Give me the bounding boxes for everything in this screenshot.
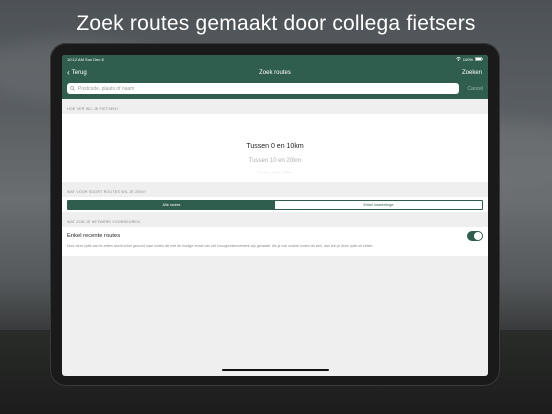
battery-icon [475,57,483,62]
back-label: Terug [71,69,87,76]
route-type-section-header: WAT VOOR SOORT ROUTES WIL JE ZIEN? [67,190,147,194]
status-time-date: 10:12 AM Sun Dec 8 [67,57,104,62]
back-button[interactable]: ‹ Terug [67,67,87,77]
search-icon [70,86,75,91]
distance-section-header: HOE VER WIL JE FIETSEN? [67,107,119,111]
recent-routes-label: Enkel recente routes [67,233,121,239]
recent-routes-toggle[interactable] [467,231,483,241]
search-placeholder: Postcode, plaats of naam [78,85,135,92]
navigation-bar: ‹ Terug Zoek routes Zoeken [62,64,488,81]
toggle-knob [474,232,482,240]
nav-title: Zoek routes [259,69,291,76]
network-section-header: WAT ZIJN JE NETWERK VOORKEUREN [67,220,140,224]
route-type-segmented-control: Alle routes Enkel luswerringe [67,199,483,210]
chevron-left-icon: ‹ [67,67,70,77]
wifi-icon [456,57,461,62]
status-right: 100% [456,57,483,62]
search-input[interactable]: Postcode, plaats of naam [67,83,459,94]
status-date: Sun Dec 8 [85,57,104,62]
search-row: Postcode, plaats of naam Cancel [62,81,488,99]
picker-option[interactable]: Tussen 10 en 20km [62,158,488,164]
picker-option[interactable]: Tussen 20 en 30km [62,170,488,173]
picker-option-selected[interactable]: Tussen 0 en 10km [62,143,488,150]
segment-all-routes[interactable]: Alle routes [68,200,275,209]
cancel-button[interactable]: Cancel [459,86,483,92]
app-screen: 10:12 AM Sun Dec 8 100% ‹ Terug Zoek rou… [62,55,488,376]
distance-picker[interactable]: Tussen 0 en 10km Tussen 10 en 20km Tusse… [62,114,488,182]
recent-routes-row: Enkel recente routes Door deze optie aan… [62,227,488,256]
recent-routes-help-text: Door deze optie aan te zetten wordt enke… [67,244,374,248]
status-bar: 10:12 AM Sun Dec 8 100% [62,55,488,64]
battery-percent: 100% [462,57,473,62]
segment-loop-routes[interactable]: Enkel luswerringe [275,200,482,209]
page-headline: Zoek routes gemaakt door collega fietser… [76,12,476,35]
route-type-segment-wrap: Alle routes Enkel luswerringe [62,197,488,212]
home-indicator [222,369,329,371]
search-submit-button[interactable]: Zoeken [462,70,482,76]
status-time: 10:12 AM [67,57,84,62]
